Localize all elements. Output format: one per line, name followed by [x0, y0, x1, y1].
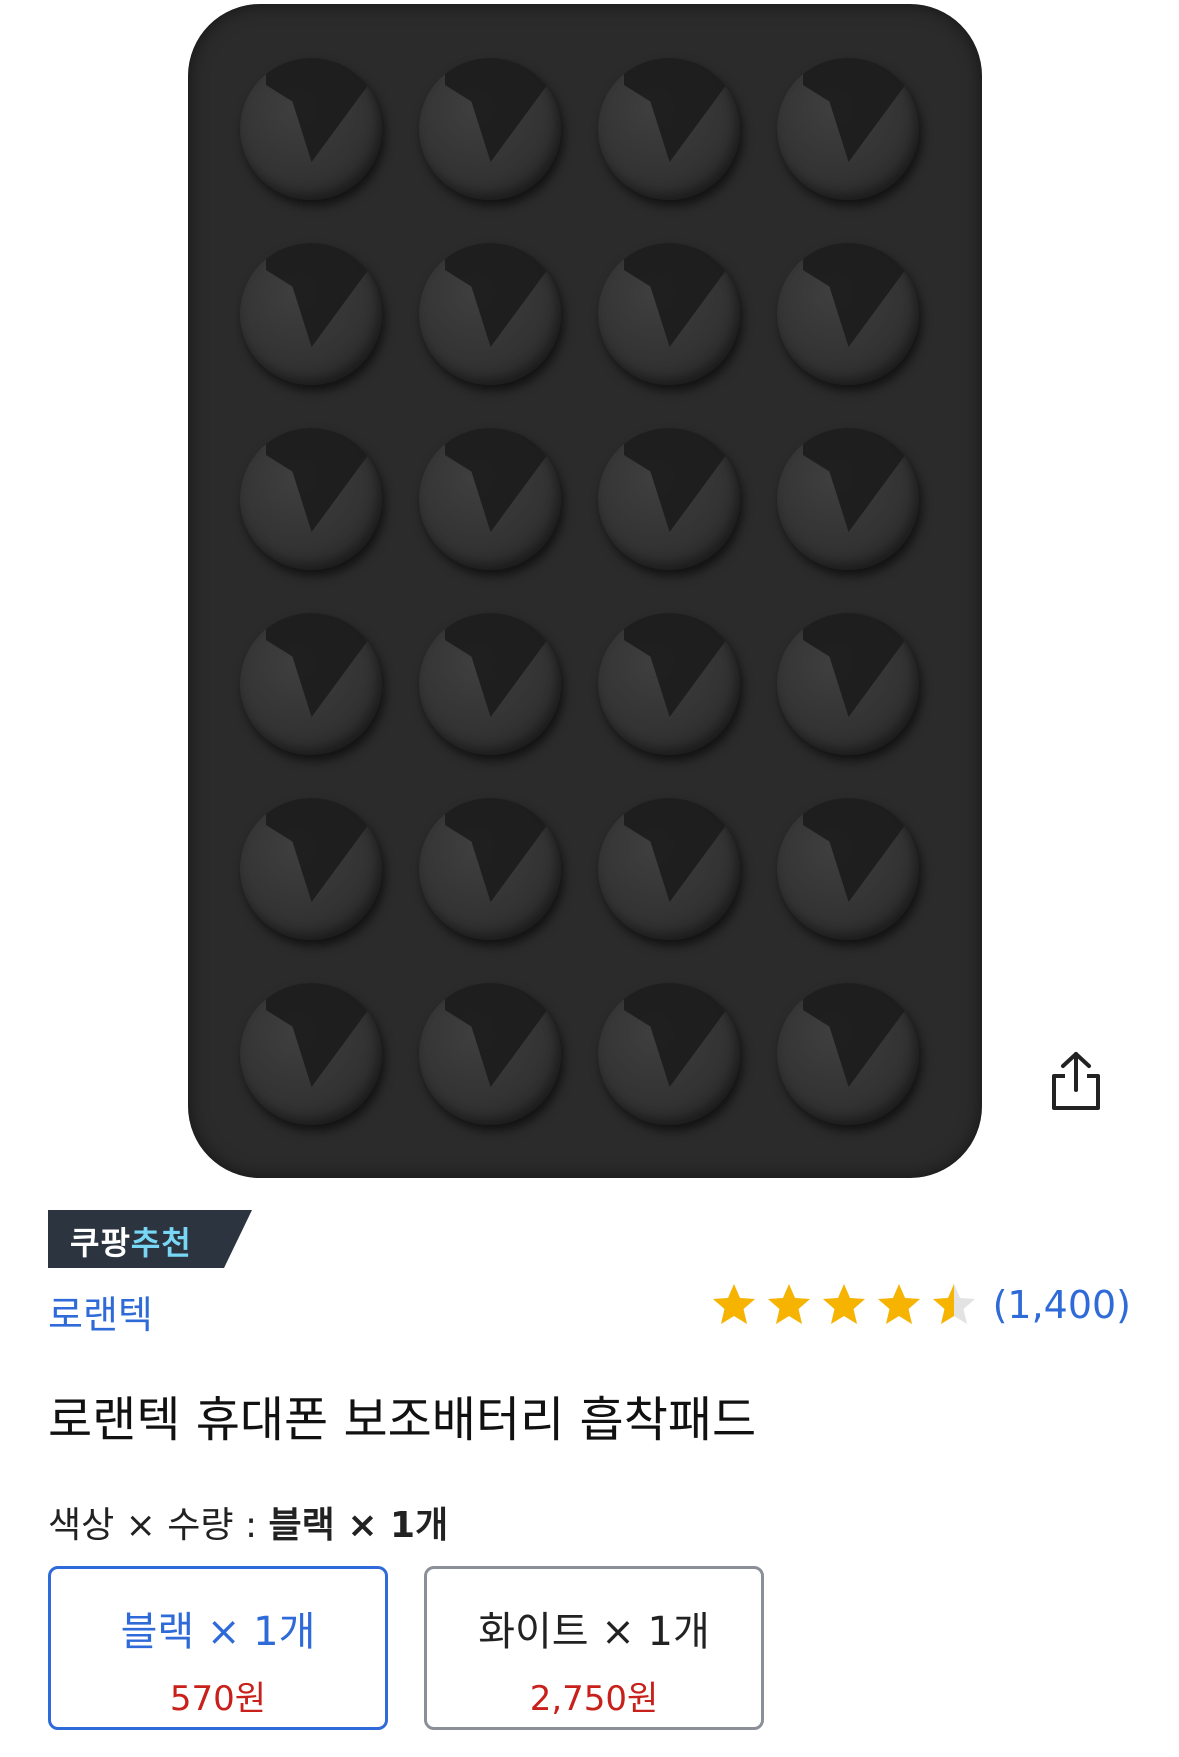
star-rating: [710, 1281, 985, 1329]
suction-cup: [598, 983, 740, 1125]
rating[interactable]: (1,400): [710, 1280, 1131, 1330]
suction-cup: [419, 428, 561, 570]
option-price: 570원: [169, 1679, 267, 1719]
star-icon: [712, 1284, 755, 1324]
option-name: 블랙 × 1개: [120, 1609, 316, 1655]
suction-cup: [777, 428, 919, 570]
suction-cup: [777, 613, 919, 755]
option-white[interactable]: 화이트 × 1개 2,750원: [424, 1566, 764, 1730]
suction-cup: [598, 613, 740, 755]
option-summary: 색상 × 수량 : 블랙 × 1개: [48, 1496, 448, 1548]
star-icon: [877, 1284, 920, 1324]
coupang-recommend-badge: 쿠팡추천: [48, 1210, 252, 1268]
suction-cup: [240, 243, 382, 385]
option-black[interactable]: 블랙 × 1개 570원: [48, 1566, 388, 1730]
option-summary-label: 색상 × 수량 :: [48, 1505, 269, 1546]
option-price: 2,750원: [529, 1679, 659, 1719]
suction-cup: [598, 243, 740, 385]
suction-cup: [419, 58, 561, 200]
suction-cup: [598, 58, 740, 200]
suction-cup: [240, 983, 382, 1125]
star-icon: [932, 1284, 975, 1324]
badge-text-2: 추천: [130, 1224, 192, 1262]
suction-cup: [777, 798, 919, 940]
suction-cup: [777, 58, 919, 200]
review-count[interactable]: (1,400): [993, 1283, 1131, 1327]
suction-cup: [598, 798, 740, 940]
suction-cup: [598, 428, 740, 570]
suction-cup: [419, 983, 561, 1125]
option-summary-value: 블랙 × 1개: [268, 1505, 449, 1546]
suction-cup: [240, 613, 382, 755]
product-image-area[interactable]: [0, 0, 1179, 1190]
suction-cup: [419, 613, 561, 755]
suction-cup: [777, 983, 919, 1125]
suction-cup: [240, 428, 382, 570]
suction-cup: [240, 798, 382, 940]
star-icon: [822, 1284, 865, 1324]
suction-cup: [240, 58, 382, 200]
option-name: 화이트 × 1개: [478, 1609, 710, 1655]
brand-link[interactable]: 로랜텍: [48, 1284, 153, 1339]
share-icon[interactable]: [1048, 1050, 1104, 1112]
suction-cup: [777, 243, 919, 385]
badge-text-1: 쿠팡: [70, 1224, 131, 1262]
product-title: 로랜텍 휴대폰 보조배터리 흡착패드: [48, 1392, 757, 1448]
star-icon: [767, 1284, 810, 1324]
suction-cup: [419, 798, 561, 940]
suction-cup: [419, 243, 561, 385]
product-image[interactable]: [188, 4, 982, 1178]
